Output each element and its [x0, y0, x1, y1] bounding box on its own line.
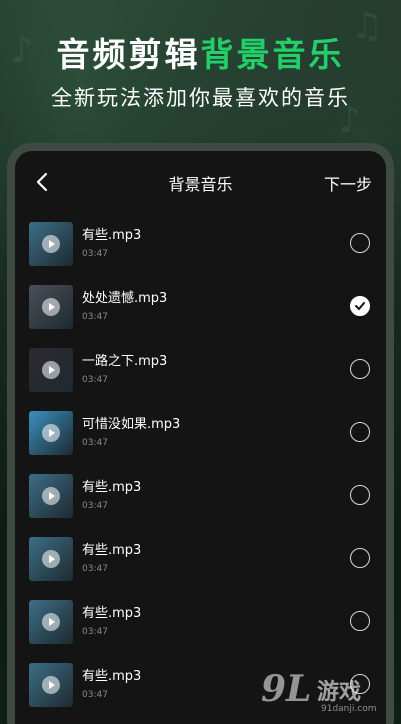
play-icon[interactable] — [42, 298, 60, 316]
select-radio[interactable] — [350, 485, 370, 505]
song-cover-thumbnail — [29, 537, 73, 581]
song-duration: 03:47 — [82, 690, 108, 700]
phone-frame: 背景音乐 下一步 有些.mp3 03:47 处处遗憾.mp3 03:47 一路之下.mp… — [7, 143, 394, 724]
song-item[interactable]: 有些.mp3 03:47 — [15, 465, 386, 528]
song-name: 有些.mp3 — [82, 228, 142, 243]
song-name: 有些.mp3 — [82, 480, 142, 495]
watermark-text: 游戏 — [317, 680, 362, 705]
song-duration: 03:47 — [82, 564, 108, 574]
watermark-logo: 9L — [261, 668, 312, 710]
watermark: 9L 游戏 91danji.com — [261, 668, 391, 720]
song-cover-thumbnail — [29, 663, 73, 707]
select-radio[interactable] — [350, 296, 370, 316]
song-item[interactable]: 有些.mp3 03:47 — [15, 528, 386, 591]
select-radio[interactable] — [350, 359, 370, 379]
play-icon[interactable] — [42, 235, 60, 253]
app-screen: 背景音乐 下一步 有些.mp3 03:47 处处遗憾.mp3 03:47 一路之下.mp… — [15, 151, 386, 724]
play-icon[interactable] — [42, 424, 60, 442]
song-item[interactable]: 一路之下.mp3 03:47 — [15, 339, 386, 402]
song-cover-thumbnail — [29, 474, 73, 518]
nav-bar: 背景音乐 下一步 — [15, 151, 386, 213]
song-name: 有些.mp3 — [82, 543, 142, 558]
play-icon[interactable] — [42, 613, 60, 631]
promo-subtitle: 全新玩法添加你最喜欢的音乐 — [51, 86, 350, 110]
song-cover-thumbnail — [29, 600, 73, 644]
headline-part2: 背景音乐 — [200, 35, 345, 74]
song-duration: 03:47 — [82, 312, 108, 322]
song-duration: 03:47 — [82, 249, 108, 259]
song-duration: 03:47 — [82, 627, 108, 637]
song-cover-thumbnail — [29, 285, 73, 329]
play-icon[interactable] — [42, 487, 60, 505]
song-item[interactable]: 有些.mp3 03:47 — [15, 591, 386, 654]
song-cover-thumbnail — [29, 348, 73, 392]
select-radio[interactable] — [350, 422, 370, 442]
select-radio[interactable] — [350, 233, 370, 253]
song-name: 一路之下.mp3 — [82, 354, 168, 369]
check-icon — [355, 302, 365, 310]
play-icon[interactable] — [42, 361, 60, 379]
song-duration: 03:47 — [82, 438, 108, 448]
song-list: 有些.mp3 03:47 处处遗憾.mp3 03:47 一路之下.mp3 03:47 可惜没… — [15, 213, 386, 717]
song-item[interactable]: 可惜没如果.mp3 03:47 — [15, 402, 386, 465]
song-name: 处处遗憾.mp3 — [82, 291, 168, 306]
song-duration: 03:47 — [82, 501, 108, 511]
song-name: 有些.mp3 — [82, 669, 142, 684]
song-cover-thumbnail — [29, 222, 73, 266]
promo-headline: 音频剪辑背景音乐 — [0, 28, 401, 76]
song-name: 有些.mp3 — [82, 606, 142, 621]
song-item[interactable]: 处处遗憾.mp3 03:47 — [15, 276, 386, 339]
select-radio[interactable] — [350, 548, 370, 568]
next-step-button[interactable]: 下一步 — [324, 171, 372, 195]
play-icon[interactable] — [42, 676, 60, 694]
watermark-url: 91danji.com — [321, 704, 377, 714]
song-duration: 03:47 — [82, 375, 108, 385]
song-item[interactable]: 有些.mp3 03:47 — [15, 213, 386, 276]
song-cover-thumbnail — [29, 411, 73, 455]
headline-part1: 音频剪辑 — [56, 35, 201, 74]
play-icon[interactable] — [42, 550, 60, 568]
select-radio[interactable] — [350, 611, 370, 631]
song-name: 可惜没如果.mp3 — [82, 417, 181, 432]
